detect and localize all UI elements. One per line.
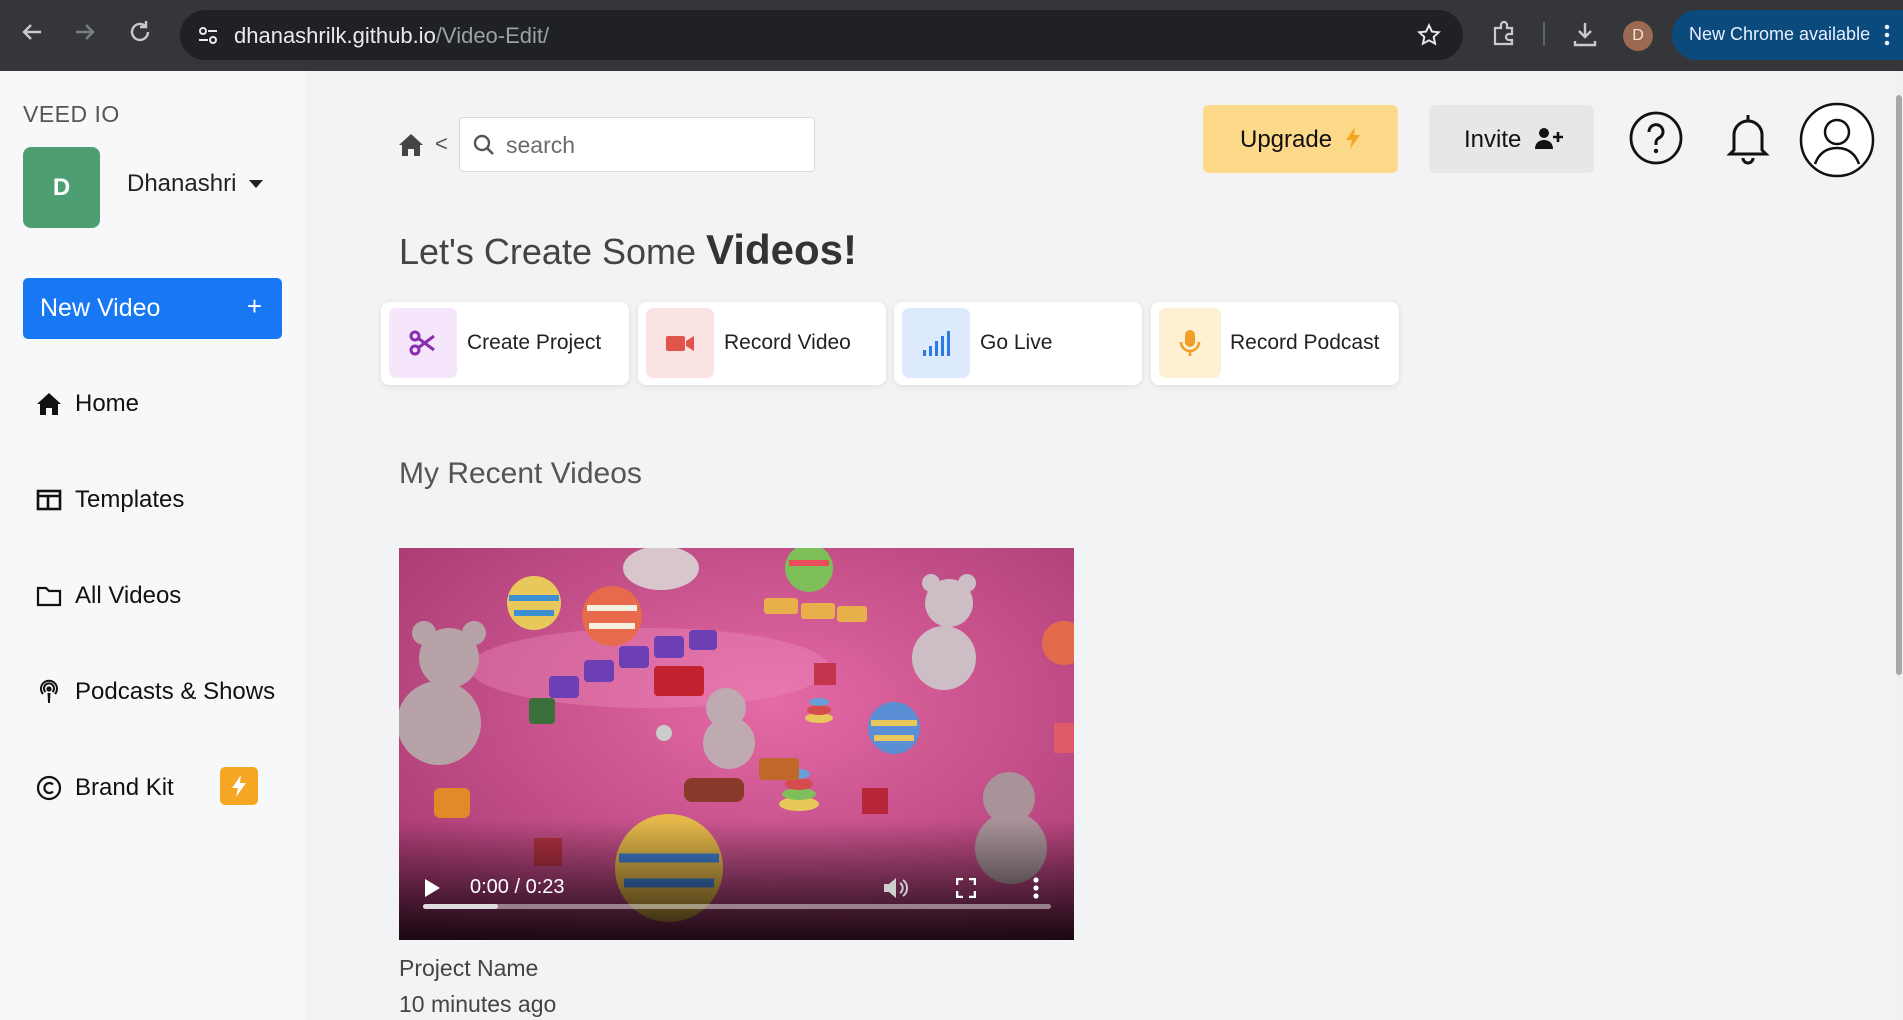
greeting-prefix: Let's Create Some xyxy=(399,231,697,272)
search-box[interactable] xyxy=(459,117,815,172)
site-settings-icon[interactable] xyxy=(196,23,220,47)
upgrade-button[interactable]: Upgrade xyxy=(1203,105,1398,173)
search-icon xyxy=(473,134,494,155)
add-user-icon xyxy=(1535,128,1564,149)
record-video-card[interactable]: Record Video xyxy=(638,302,886,385)
user-avatar[interactable]: D xyxy=(23,147,100,228)
project-name: Project Name xyxy=(399,955,539,981)
brand-logo[interactable]: VEED IO xyxy=(23,101,120,128)
new-chrome-button[interactable]: New Chrome available xyxy=(1672,10,1903,60)
sidebar-item-label: Templates xyxy=(75,486,185,513)
scissors-tile xyxy=(389,308,457,378)
profile-avatar[interactable]: D xyxy=(1623,21,1653,51)
folder-icon xyxy=(36,586,62,607)
home-icon xyxy=(37,393,61,415)
url-path: /Video-Edit/ xyxy=(435,23,550,48)
record-podcast-label: Record Podcast xyxy=(1230,331,1380,354)
microphone-icon xyxy=(1179,330,1201,356)
url-host: dhanashrilk.github.io xyxy=(234,23,436,48)
video-camera-tile xyxy=(646,308,714,378)
sidebar-item-label: Podcasts & Shows xyxy=(75,678,276,705)
bookmark-star-icon[interactable] xyxy=(1416,22,1442,48)
go-live-card[interactable]: Go Live xyxy=(894,302,1142,385)
sidebar-item-home[interactable]: Home xyxy=(35,384,295,424)
more-options-icon[interactable] xyxy=(1033,877,1039,899)
help-icon[interactable] xyxy=(1628,110,1684,166)
more-vert-icon[interactable] xyxy=(1883,24,1891,46)
page-title: Let's Create Some Videos! xyxy=(399,226,857,274)
notification-bell-icon[interactable] xyxy=(1720,110,1776,166)
volume-icon[interactable] xyxy=(882,876,908,900)
recent-videos-heading: My Recent Videos xyxy=(399,457,642,490)
create-project-label: Create Project xyxy=(467,331,602,354)
lightning-icon xyxy=(232,775,246,797)
video-camera-icon xyxy=(666,336,694,351)
sidebar-item-podcasts[interactable]: Podcasts & Shows xyxy=(35,672,295,712)
sidebar-item-label: Brand Kit xyxy=(75,774,174,801)
sidebar-item-all-videos[interactable]: All Videos xyxy=(35,576,295,616)
reload-icon[interactable] xyxy=(125,17,155,47)
record-podcast-card[interactable]: Record Podcast xyxy=(1151,302,1399,385)
sidebar-item-label: All Videos xyxy=(75,582,182,609)
new-chrome-label: New Chrome available xyxy=(1689,24,1871,44)
user-name[interactable]: Dhanashri xyxy=(127,170,236,198)
signal-tile xyxy=(902,308,970,378)
download-icon[interactable] xyxy=(1570,19,1600,49)
scrollbar-thumb[interactable] xyxy=(1896,95,1902,675)
back-arrow-icon[interactable] xyxy=(17,17,47,47)
video-player[interactable]: 0:00 / 0:23 xyxy=(399,548,1074,940)
caret-down-icon[interactable] xyxy=(248,179,264,189)
invite-label: Invite xyxy=(1464,126,1522,153)
podcast-icon xyxy=(40,679,58,703)
signal-icon xyxy=(923,331,950,356)
microphone-tile xyxy=(1159,308,1221,378)
create-project-card[interactable]: Create Project xyxy=(381,302,629,385)
scissors-icon xyxy=(409,330,435,356)
copyright-icon xyxy=(36,775,62,801)
search-input[interactable] xyxy=(504,128,798,162)
lightning-icon xyxy=(1345,127,1360,149)
project-timestamp: 10 minutes ago xyxy=(399,991,557,1017)
invite-button[interactable]: Invite xyxy=(1429,105,1594,173)
fullscreen-icon[interactable] xyxy=(956,878,976,898)
sidebar: VEED IO D Dhanashri New Video + Home Tem… xyxy=(0,71,305,1020)
sidebar-item-templates[interactable]: Templates xyxy=(35,480,295,520)
sidebar-item-label: Home xyxy=(75,390,140,417)
upgrade-label: Upgrade xyxy=(1240,126,1333,153)
video-controls: 0:00 / 0:23 xyxy=(399,820,1074,940)
video-time: 0:00 / 0:23 xyxy=(470,876,565,898)
breadcrumb-home-icon[interactable] xyxy=(398,132,424,158)
url-text[interactable]: dhanashrilk.github.io/Video-Edit/ xyxy=(234,23,549,49)
forward-arrow-icon[interactable] xyxy=(70,17,100,47)
extensions-icon[interactable] xyxy=(1489,19,1519,49)
record-video-label: Record Video xyxy=(724,331,851,354)
plus-icon: + xyxy=(246,291,262,321)
play-icon[interactable] xyxy=(423,878,441,898)
video-seek-bar[interactable] xyxy=(423,904,1051,909)
new-video-label: New Video xyxy=(40,294,161,322)
address-bar[interactable]: dhanashrilk.github.io/Video-Edit/ xyxy=(180,10,1463,60)
greeting-emphasis: Videos! xyxy=(706,226,857,273)
pro-badge xyxy=(220,767,258,805)
toolbar-divider xyxy=(1543,22,1545,46)
browser-toolbar: dhanashrilk.github.io/Video-Edit/ D New … xyxy=(0,0,1903,71)
templates-icon xyxy=(36,489,62,511)
new-video-button[interactable]: New Video + xyxy=(23,278,282,339)
go-live-label: Go Live xyxy=(980,331,1053,354)
breadcrumb-separator: < xyxy=(435,131,448,156)
account-avatar-icon[interactable] xyxy=(1799,102,1875,178)
seek-progress xyxy=(423,904,499,909)
